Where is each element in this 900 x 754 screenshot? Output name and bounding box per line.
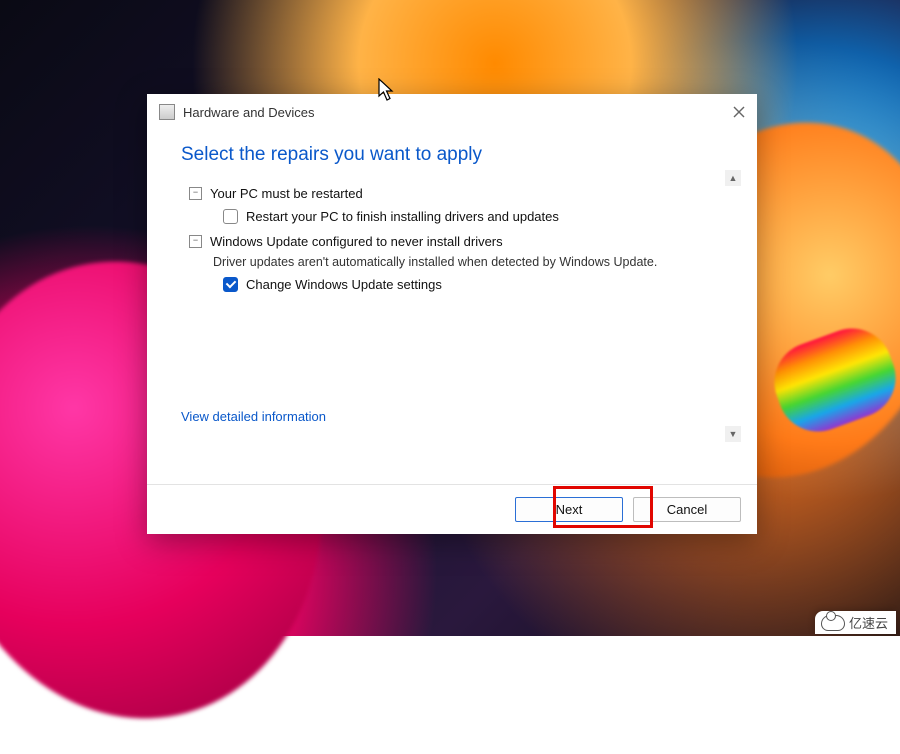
- collapse-toggle-icon[interactable]: −: [189, 235, 202, 248]
- repair-group-windows-update: − Windows Update configured to never ins…: [189, 234, 709, 292]
- watermark-text: 亿速云: [849, 613, 888, 632]
- view-details-link[interactable]: View detailed information: [181, 409, 326, 424]
- next-button[interactable]: Next: [515, 497, 623, 522]
- dialog-title: Hardware and Devices: [183, 105, 731, 120]
- troubleshooter-dialog: Hardware and Devices Select the repairs …: [147, 94, 757, 534]
- scrollbar[interactable]: ▲ ▼: [725, 170, 741, 442]
- instruction-heading: Select the repairs you want to apply: [181, 144, 729, 166]
- dialog-content: Select the repairs you want to apply − Y…: [147, 126, 757, 484]
- repairs-list: − Your PC must be restarted Restart your…: [181, 186, 729, 292]
- group-header[interactable]: − Windows Update configured to never ins…: [189, 234, 709, 249]
- group-header[interactable]: − Your PC must be restarted: [189, 186, 709, 201]
- repair-option-update-settings[interactable]: Change Windows Update settings: [223, 277, 709, 292]
- group-description: Driver updates aren't automatically inst…: [213, 255, 709, 269]
- scroll-up-icon[interactable]: ▲: [725, 170, 741, 186]
- option-label: Change Windows Update settings: [246, 277, 442, 292]
- app-icon: [159, 104, 175, 120]
- cancel-button[interactable]: Cancel: [633, 497, 741, 522]
- dialog-footer: Next Cancel: [147, 484, 757, 534]
- group-title: Your PC must be restarted: [210, 186, 363, 201]
- option-label: Restart your PC to finish installing dri…: [246, 209, 559, 224]
- scroll-down-icon[interactable]: ▼: [725, 426, 741, 442]
- collapse-toggle-icon[interactable]: −: [189, 187, 202, 200]
- repair-option-restart[interactable]: Restart your PC to finish installing dri…: [223, 209, 709, 224]
- cloud-icon: [821, 615, 845, 631]
- watermark: 亿速云: [815, 611, 896, 634]
- dialog-titlebar: Hardware and Devices: [147, 94, 757, 126]
- close-icon[interactable]: [731, 104, 747, 120]
- checkbox-icon[interactable]: [223, 209, 238, 224]
- group-title: Windows Update configured to never insta…: [210, 234, 503, 249]
- repair-group-restart: − Your PC must be restarted Restart your…: [189, 186, 709, 224]
- checkbox-icon[interactable]: [223, 277, 238, 292]
